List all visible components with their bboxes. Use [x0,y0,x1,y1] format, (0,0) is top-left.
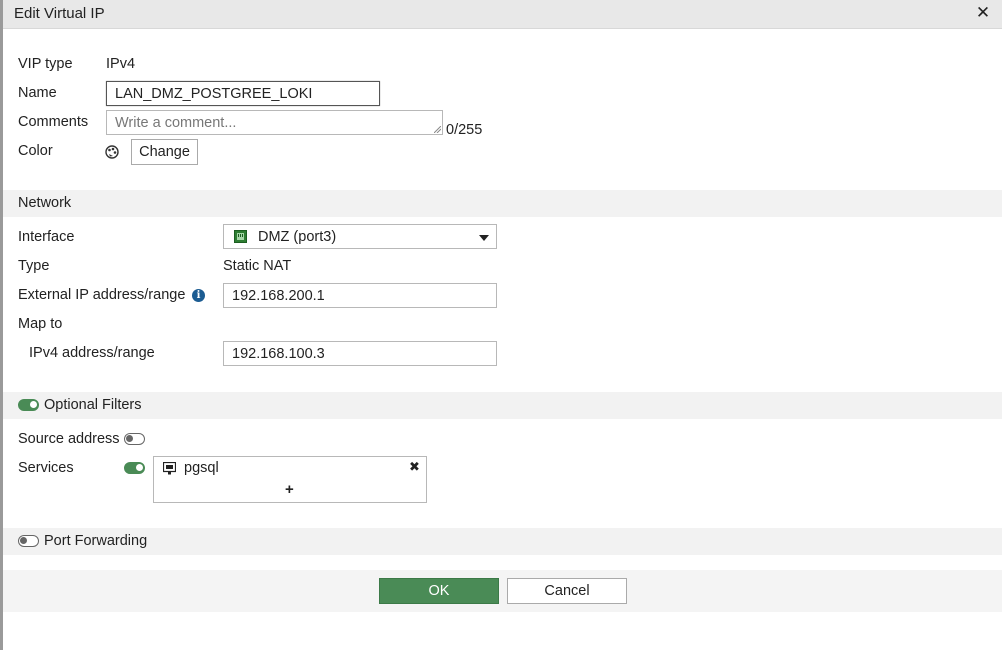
optional-filters-toggle[interactable] [18,399,39,411]
source-address-toggle[interactable] [124,433,145,445]
ipv4-range-label: IPv4 address/range [29,345,155,361]
network-section-header: Network [3,190,1002,217]
dialog-footer [3,570,1002,612]
type-label: Type [18,258,50,274]
external-ip-label: External IP address/range [18,287,186,303]
interface-select-value: DMZ (port3) [258,229,337,245]
dialog-title: Edit Virtual IP [14,5,105,22]
services-list[interactable]: pgsql ✖ + [153,456,427,503]
comments-placeholder: Write a comment... [115,115,237,131]
comments-counter: 0/255 [446,122,483,138]
comments-textarea[interactable]: Write a comment... [106,110,443,135]
dialog-titlebar: Edit Virtual IP [3,0,1002,29]
ok-button[interactable]: OK [379,578,499,604]
port-forwarding-toggle[interactable] [18,535,39,547]
port-forwarding-section-header: Port Forwarding [3,528,1002,555]
external-ip-input[interactable]: 192.168.200.1 [223,283,497,308]
type-value: Static NAT [223,258,292,274]
interface-label: Interface [18,229,75,245]
network-section-title: Network [18,195,72,211]
cancel-button[interactable]: Cancel [507,578,627,604]
resize-handle-icon[interactable] [434,126,441,133]
remove-service-icon[interactable]: ✖ [409,459,420,475]
optional-filters-section-header: Optional Filters [3,392,1002,419]
name-input[interactable]: LAN_DMZ_POSTGREE_LOKI [106,81,380,106]
toggle-knob [30,401,37,408]
service-icon [163,462,176,475]
info-icon[interactable]: i [192,289,205,302]
vip-type-label: VIP type [18,56,73,72]
close-icon[interactable]: ✕ [975,4,991,22]
color-palette-icon [105,145,119,159]
port-forwarding-title: Port Forwarding [44,533,148,549]
toggle-knob [126,435,133,442]
name-label: Name [18,85,57,101]
toggle-knob [20,537,27,544]
toggle-knob [136,464,143,471]
service-item-label: pgsql [184,460,219,476]
optional-filters-title: Optional Filters [44,397,142,413]
services-label: Services [18,460,74,476]
chevron-down-icon [479,235,489,241]
ipv4-range-input[interactable]: 192.168.100.3 [223,341,497,366]
map-to-label: Map to [18,316,63,332]
vip-type-value: IPv4 [106,56,136,72]
add-service-icon[interactable]: + [285,481,294,498]
comments-label: Comments [18,114,89,130]
source-address-label: Source address [18,431,120,447]
interface-select[interactable]: DMZ (port3) [223,224,497,249]
color-label: Color [18,143,53,159]
color-change-button[interactable]: Change [131,139,198,165]
network-port-icon [234,230,247,243]
services-toggle[interactable] [124,462,145,474]
